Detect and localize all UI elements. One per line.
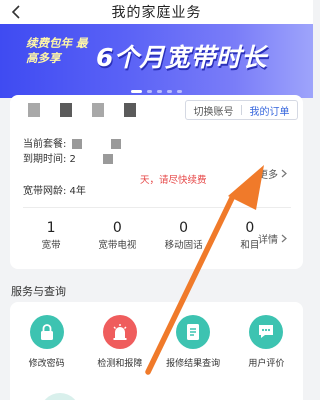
stat-label: 移动固话	[164, 240, 203, 251]
banner-pagination	[0, 90, 313, 93]
account-actions: 切换账号 我的订单	[185, 100, 298, 120]
divider	[23, 207, 291, 208]
package-label: 当前套餐:	[23, 139, 67, 150]
chevron-right-icon	[281, 169, 287, 178]
banner-dot	[147, 90, 152, 93]
service-label: 修改密码	[28, 359, 65, 369]
redaction-block	[71, 139, 82, 149]
stat-value: 0	[112, 220, 122, 236]
services-grid: 修改密码 检测和报障 报修结果查询 用户评价	[10, 315, 303, 369]
chevron-right-icon	[281, 234, 287, 243]
page-title: 我的家庭业务	[111, 5, 202, 21]
more-label: 更多	[258, 170, 278, 181]
alarm-icon	[102, 315, 137, 349]
page: 我的家庭业务 续费包年 最高多享 6个月宽带时长 切换账号 我的订单 当前套餐:…	[0, 0, 313, 400]
lock-icon	[29, 315, 64, 349]
redaction-block	[28, 103, 40, 117]
expiry-label: 到期时间: 2	[23, 154, 76, 165]
stat-value: 1	[46, 220, 56, 236]
stat-label: 宽带	[41, 240, 61, 251]
service-diagnose-report[interactable]: 检测和报障	[83, 315, 156, 369]
chevron-left-icon	[11, 5, 20, 19]
more-link[interactable]: 更多	[258, 166, 287, 181]
banner-headline: 6个月宽带时长	[96, 43, 267, 72]
redaction-block	[103, 154, 114, 164]
banner-dot	[177, 90, 182, 93]
stat-mobile-landline[interactable]: 0 移动固话	[151, 219, 217, 259]
redaction-block	[60, 103, 72, 117]
banner-dot	[131, 90, 142, 93]
service-change-password[interactable]: 修改密码	[10, 315, 83, 369]
service-repair-status[interactable]: 报修结果查询	[157, 315, 230, 369]
banner-slogan: 续费包年 最高多享	[26, 36, 88, 65]
service-stats: 1 宽带 0 宽带电视 0 移动固话 0 和目	[18, 219, 283, 259]
broadband-age: 宽带网龄: 4年	[23, 186, 86, 197]
expiry-row: 到期时间: 2	[23, 153, 114, 166]
back-button[interactable]	[6, 0, 26, 24]
stat-value: 0	[179, 220, 189, 236]
banner-dot	[157, 90, 162, 93]
my-orders-button[interactable]: 我的订单	[242, 103, 297, 118]
service-user-review[interactable]: 用户评价	[230, 315, 303, 369]
stat-label: 宽带电视	[98, 240, 137, 251]
expiry-warning: 天，请尽快续费	[140, 175, 207, 186]
service-label: 报修结果查询	[166, 359, 221, 369]
services-section-title: 服务与查询	[11, 285, 66, 298]
navigation-bar: 我的家庭业务	[0, 0, 313, 24]
promo-banner[interactable]: 续费包年 最高多享 6个月宽带时长	[0, 24, 313, 98]
redaction-block	[124, 103, 136, 117]
package-row: 当前套餐:	[23, 138, 121, 151]
banner-dot	[167, 90, 172, 93]
stat-broadband[interactable]: 1 宽带	[18, 219, 84, 259]
service-label: 检测和报障	[97, 359, 143, 369]
details-label: 详情	[258, 235, 278, 246]
chat-bubble-icon	[249, 315, 284, 349]
stat-broadband-tv[interactable]: 0 宽带电视	[84, 219, 150, 259]
redaction-block	[110, 139, 121, 149]
details-link[interactable]: 详情	[258, 231, 287, 246]
service-label: 用户评价	[248, 359, 285, 369]
document-icon	[176, 315, 211, 349]
redaction-block	[92, 103, 104, 117]
account-name-redacted	[28, 103, 136, 117]
switch-account-button[interactable]: 切换账号	[186, 103, 241, 118]
